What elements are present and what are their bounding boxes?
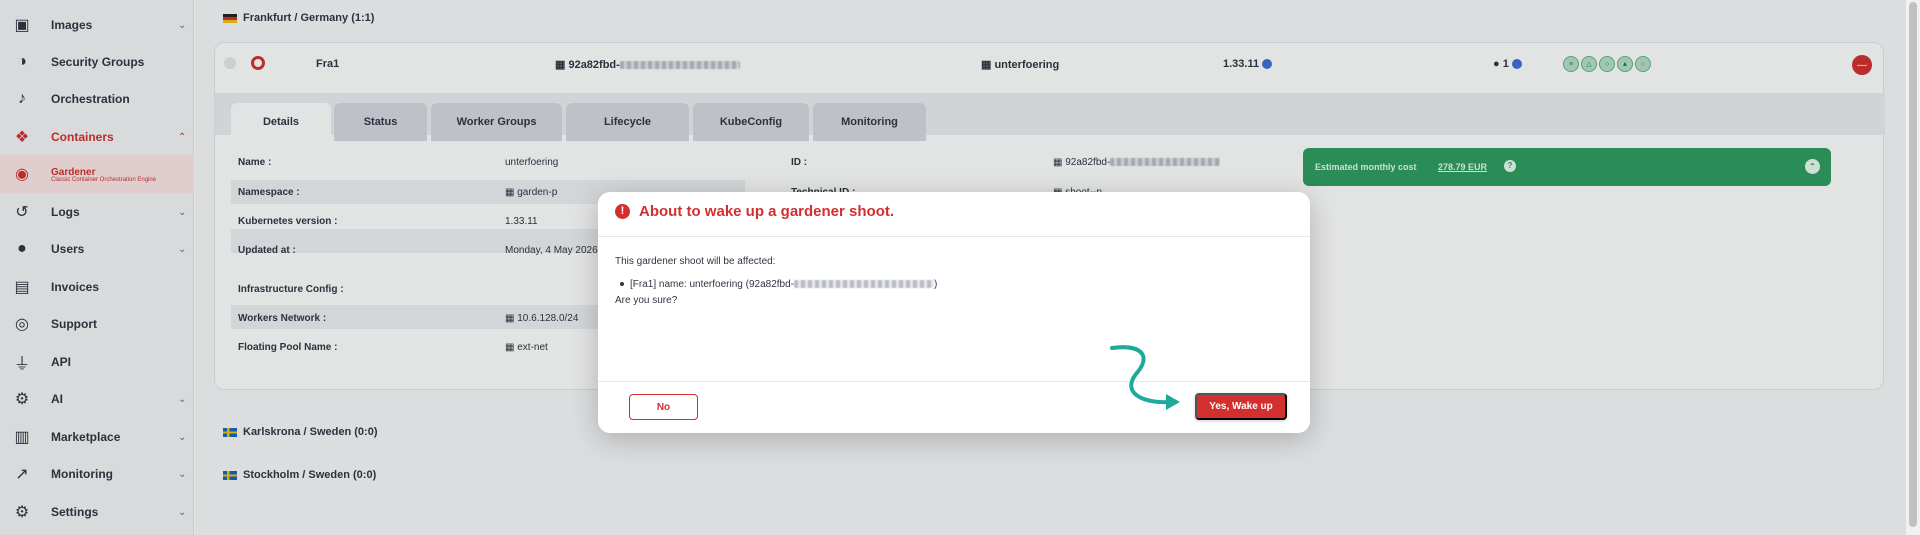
yes-wake-up-button[interactable]: Yes, Wake up [1195, 393, 1287, 420]
no-button[interactable]: No [629, 394, 698, 420]
exclamation-icon: ! [615, 204, 630, 219]
page-scrollbar[interactable] [1905, 0, 1920, 535]
dialog-title: About to wake up a gardener shoot. [639, 203, 895, 220]
dialog-intro: This gardener shoot will be affected: [615, 256, 776, 267]
dialog-footer: No Yes, Wake up [598, 381, 1310, 433]
list-bullet [620, 282, 624, 286]
affected-item: [Fra1] name: unterfoering (92a82fbd-) [630, 279, 937, 290]
affected-item-text: [Fra1] name: unterfoering (92a82fbd- [630, 279, 794, 290]
dialog-header: ! About to wake up a gardener shoot. [598, 192, 1310, 237]
pointer-arrow-icon [1110, 345, 1180, 410]
scrollbar-thumb[interactable] [1909, 2, 1917, 527]
wake-up-confirm-dialog: ! About to wake up a gardener shoot. Thi… [598, 192, 1310, 433]
affected-item-suffix: ) [933, 279, 938, 290]
dialog-question: Are you sure? [615, 295, 678, 306]
redacted-id [793, 280, 934, 289]
